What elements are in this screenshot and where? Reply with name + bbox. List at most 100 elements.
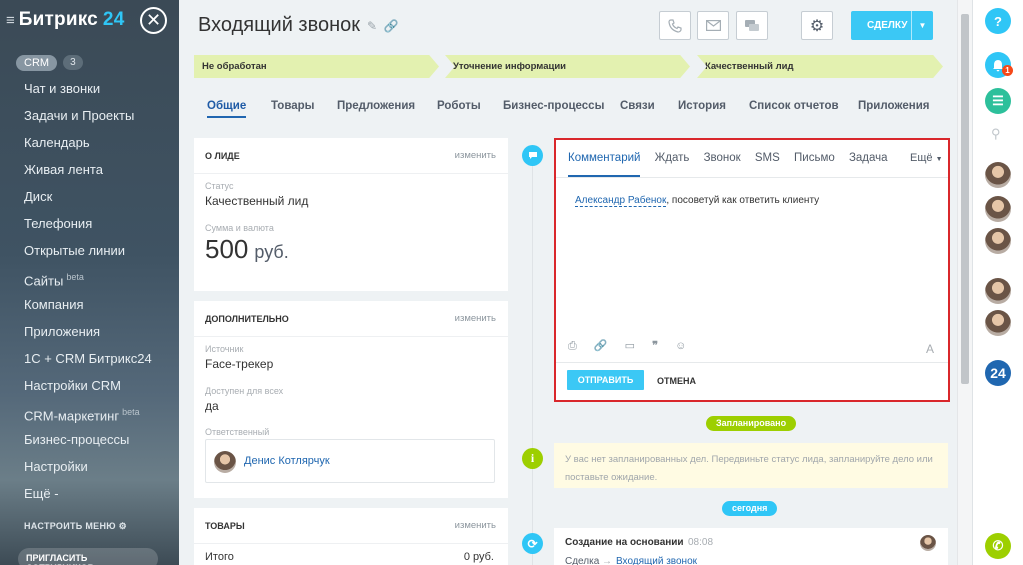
available-value[interactable]: да [205, 399, 219, 413]
right-sidebar: ? 1 ☰ ⚲ 24 ✆ [972, 0, 1023, 565]
refresh-icon: ⟳ [522, 533, 543, 554]
scrollbar-thumb[interactable] [961, 14, 969, 384]
sidebar-item[interactable]: Телефония [0, 210, 179, 237]
tab-business-processes[interactable]: Бизнес-процессы [503, 100, 604, 112]
settings-button[interactable]: ⚙ [801, 11, 833, 40]
tab-more[interactable]: Ещё ▼ [910, 152, 943, 164]
create-deal-button[interactable]: СДЕЛКУ ▼ [851, 11, 933, 40]
mention-icon[interactable]: ☺ [675, 340, 686, 352]
tab-history[interactable]: История [678, 100, 726, 112]
stage-clarification[interactable]: Уточнение информации [445, 55, 690, 78]
sidebar-item[interactable]: 1С + CRM Битрикс24 [0, 345, 179, 372]
beta-badge: beta [66, 272, 84, 282]
attach-file-icon[interactable]: ⎙ [568, 340, 577, 352]
mention-user[interactable]: Александр Рабенок [575, 195, 667, 207]
stage-qualified-lead[interactable]: Качественный лид [697, 55, 943, 78]
sidebar-item[interactable]: Настройки [0, 453, 179, 480]
additional-edit-link[interactable]: изменить [455, 313, 496, 324]
sidebar-item[interactable]: Чат и звонки [0, 75, 179, 102]
menu-hamburger-icon[interactable]: ≡ [6, 12, 15, 29]
tab-applications[interactable]: Приложения [858, 100, 930, 112]
page-header: Входящий звонок ✎ 🔗 ⚙ СДЕЛКУ ▼ [179, 0, 957, 52]
sidebar-item-crm[interactable]: CRM 3 [0, 40, 179, 75]
video-icon[interactable]: ▭ [625, 340, 635, 352]
tab-goods[interactable]: Товары [271, 100, 314, 112]
tab-reports[interactable]: Список отчетов [749, 100, 839, 112]
help-icon[interactable]: ? [985, 8, 1011, 34]
responsible-box: Денис Котлярчук [205, 439, 495, 483]
activity-editor: Комментарий Ждать Звонок SMS Письмо Зада… [554, 138, 950, 402]
open-lines-icon[interactable]: ☰ [985, 88, 1011, 114]
tab-general[interactable]: Общие [207, 100, 247, 118]
tab-call[interactable]: Звонок [704, 152, 741, 164]
sidebar-item-label: CRM-маркетинг [24, 408, 120, 424]
tab-comment[interactable]: Комментарий [568, 152, 641, 177]
editor-tabs: Комментарий Ждать Звонок SMS Письмо Зада… [568, 152, 899, 177]
notification-badge: 1 [1002, 65, 1013, 76]
chat-button[interactable] [736, 11, 768, 40]
page-scrollbar[interactable] [957, 0, 972, 565]
tab-sms[interactable]: SMS [755, 152, 780, 164]
avatar[interactable] [920, 535, 936, 551]
source-value[interactable]: Face-трекер [205, 357, 273, 371]
brand-logo[interactable]: Битрикс 24 [19, 9, 125, 31]
about-lead-edit-link[interactable]: изменить [455, 150, 496, 161]
search-icon[interactable]: ⚲ [991, 126, 1001, 142]
sidebar-item[interactable]: Живая лента [0, 156, 179, 183]
quote-icon[interactable]: ❞ [652, 340, 658, 352]
avatar[interactable] [985, 228, 1011, 254]
tab-offers[interactable]: Предложения [337, 100, 415, 112]
chevron-down-icon[interactable]: ▼ [911, 11, 933, 40]
stage-not-processed[interactable]: Не обработан [194, 55, 439, 78]
sidebar-item[interactable]: Ещё - [0, 480, 179, 507]
avatar[interactable] [985, 196, 1011, 222]
email-button[interactable] [697, 11, 729, 40]
sidebar-item[interactable]: Сайты beta [0, 264, 179, 291]
avatar[interactable] [985, 310, 1011, 336]
sidebar-item[interactable]: Бизнес-процессы [0, 426, 179, 453]
sidebar-item[interactable]: Компания [0, 291, 179, 318]
avatar[interactable] [985, 278, 1011, 304]
invite-employees-button[interactable]: ПРИГЛАСИТЬ СОТРУДНИКОВ + [18, 548, 158, 565]
sidebar-item[interactable]: Открытые линии [0, 237, 179, 264]
comment-textarea[interactable]: Александр Рабенок, посоветуй как ответит… [575, 195, 819, 207]
cancel-button[interactable]: ОТМЕНА [657, 376, 696, 386]
goods-edit-link[interactable]: изменить [455, 520, 496, 531]
responsible-name[interactable]: Денис Котлярчук [244, 455, 330, 467]
call-button[interactable] [659, 11, 691, 40]
font-format-icon[interactable]: A [926, 342, 934, 356]
phone-icon [668, 18, 682, 33]
more-label: Ещё [910, 152, 933, 164]
avatar[interactable] [214, 451, 236, 473]
source-label: Источник [205, 344, 244, 354]
tab-letter[interactable]: Письмо [794, 152, 835, 164]
pencil-icon[interactable]: ✎ [367, 19, 377, 33]
link-icon[interactable]: 🔗 [594, 340, 608, 352]
status-value[interactable]: Качественный лид [205, 194, 308, 208]
sidebar-item-label: Телефония [24, 216, 93, 231]
sidebar-item[interactable]: Диск [0, 183, 179, 210]
send-button[interactable]: ОТПРАВИТЬ [567, 370, 644, 390]
about-lead-header: О ЛИДЕ изменить [194, 138, 508, 174]
tab-task[interactable]: Задача [849, 152, 888, 164]
tab-links[interactable]: Связи [620, 100, 655, 112]
sidebar-item[interactable]: Настройки CRM [0, 372, 179, 399]
phone-icon[interactable]: ✆ [985, 533, 1011, 559]
tab-wait[interactable]: Ждать [655, 152, 690, 164]
chevron-down-icon: ▼ [935, 156, 943, 163]
sum-value[interactable]: 500 руб. [205, 234, 289, 265]
sum-label: Сумма и валюта [205, 223, 274, 233]
sidebar-item[interactable]: CRM-маркетинг beta [0, 399, 179, 426]
sidebar-item[interactable]: Приложения [0, 318, 179, 345]
tab-robots[interactable]: Роботы [437, 100, 481, 112]
setup-menu-link[interactable]: НАСТРОИТЬ МЕНЮ ⚙ [24, 521, 127, 532]
avatar[interactable] [985, 162, 1011, 188]
link-icon[interactable]: 🔗 [384, 19, 399, 33]
event-sub-link[interactable]: Входящий звонок [616, 556, 697, 565]
info-icon: i [522, 448, 543, 469]
close-icon[interactable]: ✕ [140, 7, 167, 34]
bitrix24-icon[interactable]: 24 [985, 360, 1011, 386]
sidebar-item[interactable]: Календарь [0, 129, 179, 156]
bell-icon[interactable]: 1 [985, 52, 1013, 78]
sidebar-item[interactable]: Задачи и Проекты [0, 102, 179, 129]
